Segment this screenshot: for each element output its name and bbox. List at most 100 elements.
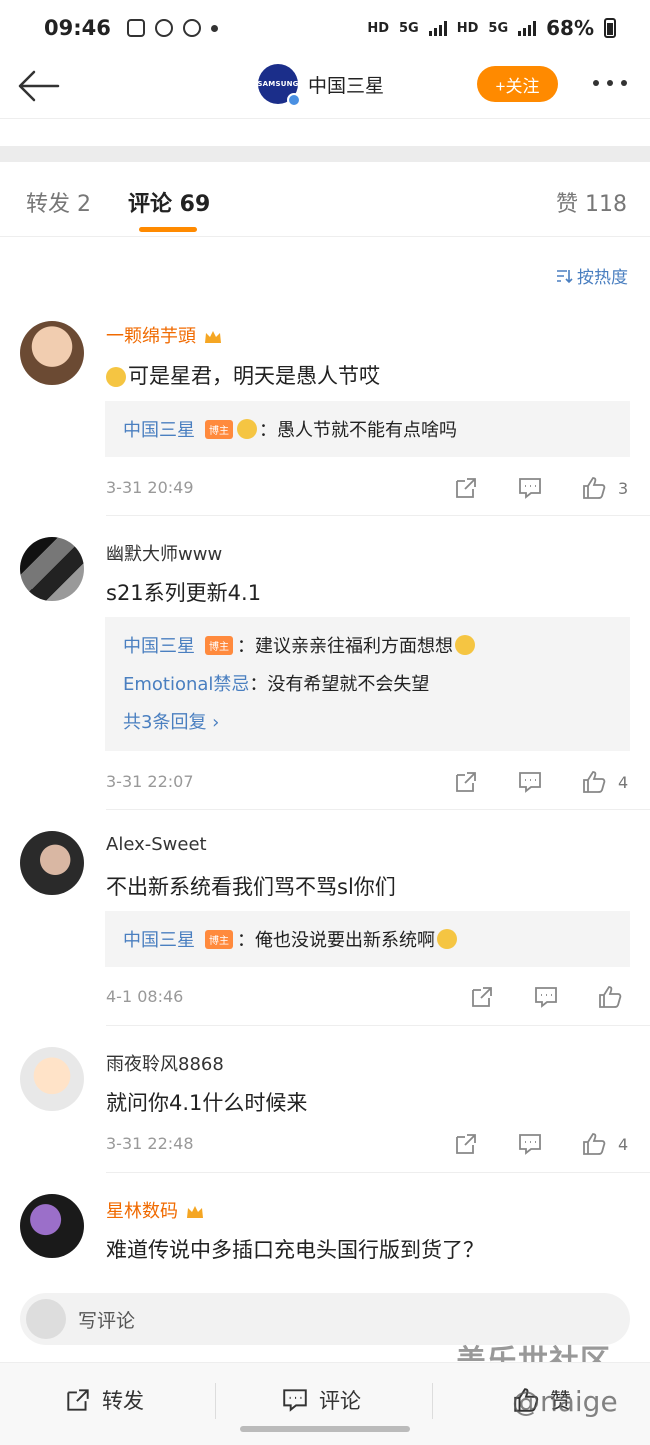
tab-reposts[interactable]: 转发 2 [26, 186, 91, 218]
avatar[interactable] [20, 537, 84, 601]
sort-toggle[interactable]: 按热度 [555, 263, 628, 288]
comment-action[interactable] [517, 769, 543, 795]
comment-icon [519, 478, 541, 499]
like-action[interactable] [597, 984, 623, 1010]
network-5g-label: 5G [399, 20, 419, 36]
sort-icon [557, 269, 573, 283]
reply-box[interactable]: 中国三星 博主 ：俺也没说要出新系统啊 [105, 911, 630, 967]
divider [106, 809, 650, 810]
verified-icon [287, 93, 301, 107]
comment-text: 就问你4.1什么时候来 [106, 1091, 308, 1115]
follow-button[interactable]: +关注 [477, 66, 558, 102]
doge-emoji-icon [455, 635, 475, 655]
share-icon [456, 1134, 476, 1154]
battery-icon [604, 18, 616, 38]
doge-emoji-icon [106, 367, 126, 387]
account-avatar[interactable]: SAMSUNG [257, 64, 301, 107]
tab-likes[interactable]: 赞 118 [556, 186, 627, 218]
share-icon [67, 1389, 89, 1411]
repost-action[interactable] [453, 769, 479, 795]
battery-percent: 68% [546, 16, 594, 40]
bottom-repost-label: 转发 [102, 1389, 144, 1413]
signal-icon [428, 20, 447, 36]
crying-emoji-icon [437, 929, 457, 949]
reply-line: 中国三星 博主 ：俺也没说要出新系统啊 [123, 920, 612, 958]
reply-box[interactable]: 中国三星 博主 ：愚人节就不能有点啥吗 [105, 401, 630, 457]
bottom-comment-button[interactable]: 评论 [281, 1385, 361, 1415]
avatar[interactable] [20, 321, 84, 385]
comment-action[interactable] [517, 1131, 543, 1157]
doge-emoji-icon [237, 419, 257, 439]
reply-author[interactable]: Emotional禁忌 [123, 670, 249, 696]
divider-bar [0, 146, 650, 162]
top-nav: SAMSUNG 中国三星 +关注 [0, 56, 650, 119]
signal-icon-2 [518, 20, 537, 36]
network-hd-label: HD [367, 20, 390, 36]
reply-author[interactable]: 中国三星 [123, 632, 195, 658]
crown-icon [186, 1204, 204, 1220]
comment-time: 3-31 22:07 [106, 772, 194, 791]
repost-action[interactable] [469, 984, 495, 1010]
reply-text: ：俺也没说要出新系统啊 [237, 930, 435, 951]
tab-comments[interactable]: 评论 69 [128, 186, 210, 218]
comment-username[interactable]: 雨夜聆风8868 [106, 1050, 224, 1076]
more-notifications-dot [210, 24, 218, 32]
avatar[interactable] [20, 831, 84, 895]
comment-action[interactable] [517, 475, 543, 501]
comment-icon [519, 1134, 541, 1155]
like-action[interactable] [581, 475, 607, 501]
my-avatar [26, 1299, 66, 1339]
status-time: 09:46 [44, 16, 111, 40]
avatar[interactable] [20, 1047, 84, 1111]
like-count: 4 [618, 773, 629, 792]
comment-username[interactable]: Alex-Sweet [106, 834, 207, 855]
reply-author[interactable]: 中国三星 [123, 416, 195, 442]
home-indicator[interactable] [240, 1426, 410, 1432]
comment-username[interactable]: 一颗绵芋頭 [106, 322, 222, 348]
like-action[interactable] [581, 769, 607, 795]
comment-time: 3-31 22:48 [106, 1134, 194, 1153]
back-button[interactable] [16, 68, 60, 104]
comment-icon [535, 987, 557, 1008]
crown-icon [204, 329, 222, 345]
reply-line: Emotional禁忌 ：没有希望就不会失望 [123, 664, 612, 702]
like-count: 3 [618, 479, 629, 498]
network-5g-label-2: 5G [488, 20, 509, 36]
user-watermark: @naige [512, 1385, 618, 1418]
reply-box[interactable]: 中国三星 博主 ：建议亲亲往福利方面想想 Emotional禁忌 ：没有希望就不会失望… [105, 617, 630, 751]
comment-action[interactable] [533, 984, 559, 1010]
account-header[interactable]: SAMSUNG 中国三星 [257, 64, 384, 107]
account-name[interactable]: 中国三星 [308, 71, 384, 98]
like-count: 4 [618, 1135, 629, 1154]
comment-text: 难道传说中多插口充电头国行版到货了？ [106, 1238, 484, 1262]
like-action[interactable] [581, 1131, 607, 1157]
reply-line: 中国三星 博主 ：建议亲亲往福利方面想想 [123, 626, 612, 664]
share-icon [456, 478, 476, 498]
sort-label: 按热度 [577, 268, 628, 288]
comment-icon [519, 772, 541, 793]
repost-action[interactable] [453, 1131, 479, 1157]
active-tab-indicator [139, 227, 197, 232]
comment-username[interactable]: 幽默大师www [106, 540, 222, 566]
status-notification-icons [126, 19, 218, 37]
comment-text: s21系列更新4.1 [106, 581, 262, 605]
comment-icon [283, 1389, 307, 1412]
reply-text: ：愚人节就不能有点啥吗 [259, 420, 457, 441]
share-icon [456, 772, 476, 792]
thumb-up-icon [583, 1133, 606, 1155]
reply-author[interactable]: 中国三星 [123, 926, 195, 952]
divider [106, 515, 650, 516]
repost-action[interactable] [453, 475, 479, 501]
more-options-button[interactable] [593, 80, 627, 86]
bottom-repost-button[interactable]: 转发 [64, 1385, 144, 1415]
reply-line: 中国三星 博主 ：愚人节就不能有点啥吗 [123, 410, 612, 448]
divider [215, 1383, 216, 1419]
avatar[interactable] [20, 1194, 84, 1258]
divider [106, 1172, 650, 1173]
samsung-logo-text: SAMSUNG [257, 80, 299, 88]
author-badge: 博主 [205, 929, 233, 949]
comment-username[interactable]: 星林数码 [106, 1197, 204, 1223]
more-replies-link[interactable]: 共3条回复 › [123, 702, 612, 740]
comment-text: 可是星君，明天是愚人节哎 [106, 360, 380, 390]
thumb-up-icon [583, 771, 606, 793]
